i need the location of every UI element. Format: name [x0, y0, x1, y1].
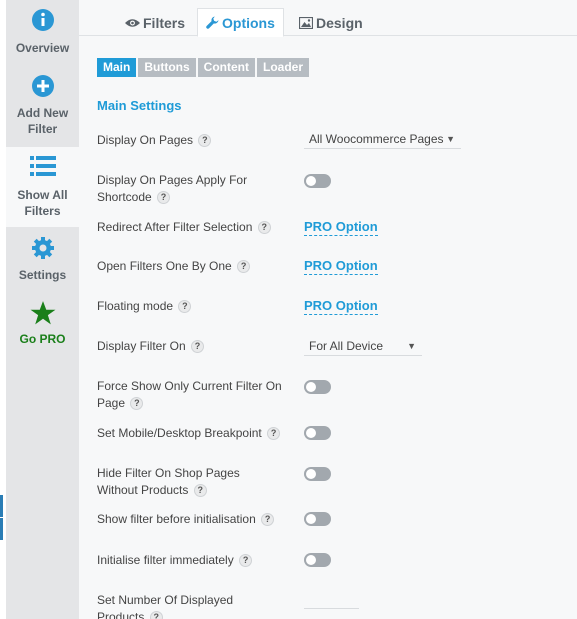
setting-label: Set Number Of Displayed Products ? — [97, 592, 292, 619]
toggle-knob — [306, 176, 316, 186]
init-immediately-toggle[interactable] — [304, 553, 331, 567]
sidebar-item-show-all-filters[interactable]: Show All Filters — [6, 147, 79, 227]
help-icon[interactable]: ? — [267, 427, 281, 441]
edge-marker — [0, 495, 3, 517]
help-icon[interactable]: ? — [130, 396, 144, 410]
subtab-bar: Main Buttons Content Loader — [97, 58, 310, 77]
setting-label: Show filter before initialisation ? — [97, 511, 292, 528]
image-icon — [299, 16, 313, 29]
setting-label: Display On Pages ? — [97, 132, 292, 149]
hide-without-products-toggle[interactable] — [304, 467, 331, 481]
help-icon[interactable]: ? — [178, 300, 192, 314]
setting-label-text: Without Products — [97, 482, 189, 497]
caret-down-icon: ▼ — [446, 134, 455, 144]
sidebar-item-settings[interactable]: Settings — [6, 236, 79, 286]
subtab-main[interactable]: Main — [97, 58, 137, 77]
tab-design[interactable]: Design — [291, 8, 371, 37]
breakpoint-toggle[interactable] — [304, 426, 331, 440]
sidebar-item-label: Show All — [17, 188, 68, 202]
apply-for-shortcode-toggle[interactable] — [304, 174, 331, 188]
select-value: All Woocommerce Pages — [309, 132, 444, 146]
help-icon[interactable]: ? — [198, 134, 212, 148]
displayed-products-input[interactable] — [304, 608, 359, 609]
setting-label-text: Display Filter On — [97, 339, 186, 353]
setting-label-text: Display On Pages Apply For — [97, 173, 248, 187]
tab-label: Filters — [143, 14, 186, 31]
select-value: For All Device — [309, 339, 384, 353]
setting-label: Open Filters One By One ? — [97, 258, 292, 275]
setting-label-text: Display On Pages — [97, 133, 194, 147]
setting-label: Initialise filter immediately ? — [97, 552, 292, 569]
star-icon — [30, 301, 55, 325]
sidebar-item-go-pro[interactable]: Go PRO — [6, 300, 79, 350]
help-icon[interactable]: ? — [257, 221, 271, 235]
force-show-current-toggle[interactable] — [304, 380, 331, 394]
display-on-pages-select[interactable]: All Woocommerce Pages ▼ — [304, 131, 461, 149]
help-icon[interactable]: ? — [237, 260, 251, 274]
setting-label-text: Hide Filter On Shop Pages — [97, 466, 240, 480]
subtab-loader[interactable]: Loader — [257, 58, 310, 77]
subtab-buttons[interactable]: Buttons — [138, 58, 196, 77]
tab-bar: Filters Options Design — [79, 0, 577, 37]
caret-down-icon: ▼ — [407, 341, 416, 351]
redirect-after-pro-link[interactable]: PRO Option — [304, 219, 378, 236]
toggle-knob — [306, 514, 316, 524]
open-one-by-one-pro-link[interactable]: PRO Option — [304, 258, 378, 275]
setting-label: Floating mode ? — [97, 298, 292, 315]
setting-label-text: Show filter before initialisation — [97, 512, 256, 526]
sidebar: Overview Add New Filter Show All Filters — [6, 0, 79, 619]
help-icon[interactable]: ? — [157, 190, 171, 204]
toggle-knob — [306, 469, 316, 479]
subtab-content[interactable]: Content — [197, 58, 255, 77]
setting-label-text: Page — [97, 395, 126, 410]
section-title: Main Settings — [97, 98, 182, 113]
help-icon[interactable]: ? — [149, 610, 163, 619]
toggle-knob — [306, 428, 316, 438]
tab-options[interactable]: Options — [197, 8, 284, 37]
show-before-init-toggle[interactable] — [304, 512, 331, 526]
floating-mode-pro-link[interactable]: PRO Option — [304, 298, 378, 315]
setting-label: Display Filter On ? — [97, 338, 292, 355]
setting-label-text: Initialise filter immediately — [97, 553, 234, 567]
setting-label-text: Products — [97, 609, 145, 619]
gear-icon — [31, 237, 54, 259]
help-icon[interactable]: ? — [261, 513, 275, 527]
display-filter-on-select[interactable]: For All Device ▼ — [304, 338, 422, 356]
list-icon — [29, 156, 56, 176]
tab-label: Options — [222, 14, 275, 31]
sidebar-item-label: Filter — [27, 122, 58, 136]
setting-label: Redirect After Filter Selection ? — [97, 219, 292, 236]
help-icon[interactable]: ? — [239, 554, 253, 568]
main-content: Filters Options Design Main Buttons Cont… — [79, 0, 577, 619]
setting-label-text: Redirect After Filter Selection — [97, 220, 253, 234]
sidebar-item-label: Filters — [24, 204, 61, 218]
setting-label: Display On Pages Apply For Shortcode ? — [97, 172, 292, 205]
tab-label: Design — [316, 14, 363, 31]
setting-label-text: Set Number Of Displayed — [97, 593, 234, 607]
wrench-icon — [206, 16, 219, 29]
tab-filters[interactable]: Filters — [117, 8, 193, 37]
info-icon — [31, 9, 54, 31]
setting-label-text: Open Filters One By One — [97, 259, 232, 273]
setting-label-text: Force Show Only Current Filter On — [97, 379, 282, 393]
toggle-knob — [306, 382, 316, 392]
sidebar-item-label: Add New — [16, 106, 69, 120]
toggle-knob — [306, 555, 316, 565]
help-icon[interactable]: ? — [191, 340, 205, 354]
setting-label-text: Shortcode — [97, 189, 152, 204]
plus-circle-icon — [31, 75, 54, 97]
sidebar-item-label: Settings — [18, 268, 67, 282]
setting-label: Force Show Only Current Filter On Page ? — [97, 378, 292, 411]
setting-label: Set Mobile/Desktop Breakpoint ? — [97, 425, 292, 442]
setting-label: Hide Filter On Shop Pages Without Produc… — [97, 465, 292, 498]
sidebar-item-label: Overview — [15, 41, 70, 55]
sidebar-item-overview[interactable]: Overview — [6, 8, 79, 66]
help-icon[interactable]: ? — [193, 483, 207, 497]
eye-icon — [125, 18, 140, 27]
setting-label-text: Floating mode — [97, 299, 174, 313]
setting-label-text: Set Mobile/Desktop Breakpoint — [97, 426, 262, 440]
edge-marker — [0, 518, 3, 540]
sidebar-item-label: Go PRO — [19, 332, 66, 346]
sidebar-item-add-new-filter[interactable]: Add New Filter — [6, 74, 79, 140]
